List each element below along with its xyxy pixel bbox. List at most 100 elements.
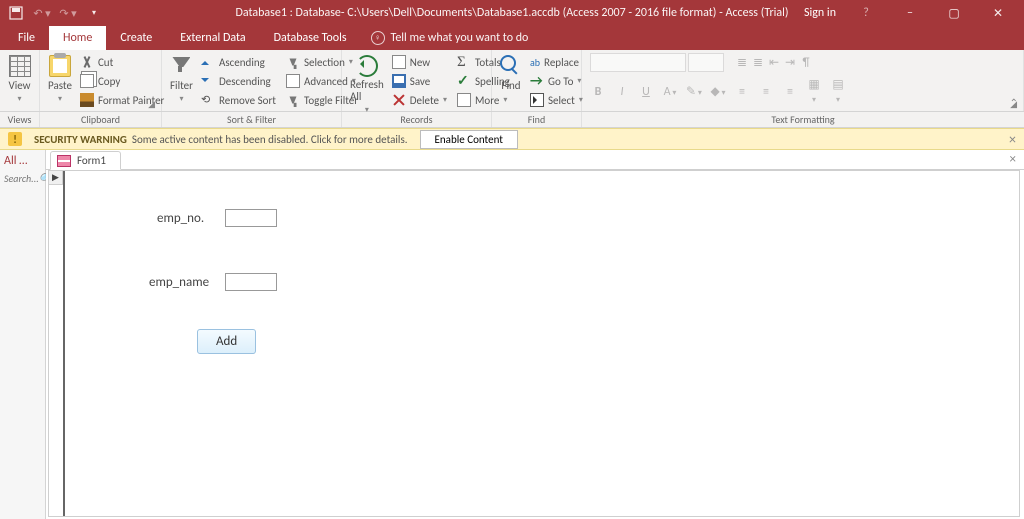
- tell-me-search[interactable]: ♀ Tell me what you want to do: [361, 26, 529, 50]
- align-right-icon[interactable]: ≡: [782, 85, 798, 99]
- security-heading: SECURITY WARNING: [34, 133, 127, 146]
- sign-in-link[interactable]: Sign in: [804, 6, 836, 20]
- save-record-icon: [392, 74, 406, 88]
- font-name-select[interactable]: [590, 53, 686, 72]
- label-emp-no: emp_no.: [157, 211, 204, 226]
- security-warning-bar: ! SECURITY WARNING Some active content h…: [0, 128, 1024, 150]
- field-emp-name[interactable]: [225, 273, 277, 291]
- align-left-icon[interactable]: ≡: [734, 85, 750, 99]
- bold-button[interactable]: B: [590, 85, 606, 99]
- indent-inc-icon[interactable]: ⇥: [782, 55, 798, 70]
- tell-me-label: Tell me what you want to do: [391, 31, 529, 45]
- redo-icon[interactable]: ↷ ▾: [58, 3, 78, 23]
- paste-button[interactable]: Paste: [48, 53, 72, 104]
- document-area: Form1 × ▶ emp_no. emp_name Add: [46, 150, 1024, 519]
- find-label: Find: [501, 79, 520, 92]
- restore-icon[interactable]: ▢: [940, 6, 968, 21]
- form-divider: [63, 171, 65, 516]
- record-selector[interactable]: ▶: [49, 171, 63, 185]
- tab-database-tools[interactable]: Database Tools: [260, 26, 361, 50]
- copy-label: Copy: [98, 75, 120, 88]
- refresh-all-button[interactable]: Refresh All: [350, 53, 384, 115]
- replace-button[interactable]: abReplace: [528, 53, 585, 71]
- save-icon[interactable]: [6, 3, 26, 23]
- font-color-button[interactable]: A: [662, 85, 678, 99]
- window-title: Database1 : Database- C:\Users\Dell\Docu…: [235, 6, 788, 20]
- find-button[interactable]: Find: [500, 53, 522, 92]
- selection-label: Selection: [304, 56, 345, 69]
- group-label-clipboard: Clipboard: [40, 112, 162, 127]
- cut-button[interactable]: Cut: [78, 53, 166, 71]
- group-label-find: Find: [492, 112, 582, 127]
- ribbon: View Paste Cut Copy Format Painter ◢ Fil…: [0, 50, 1024, 112]
- add-button[interactable]: Add: [197, 329, 256, 354]
- qat-customize-icon[interactable]: ▾: [84, 3, 104, 23]
- highlight-button[interactable]: ✎: [686, 84, 702, 99]
- delete-record-button[interactable]: Delete: [390, 91, 449, 109]
- minimize-icon[interactable]: –: [896, 6, 924, 20]
- group-label-textfmt: Text Formatting: [582, 112, 1024, 127]
- goto-button[interactable]: →Go To: [528, 72, 585, 90]
- remove-sort-label: Remove Sort: [219, 94, 276, 107]
- close-icon[interactable]: ✕: [984, 6, 1012, 21]
- sort-asc-icon: [201, 55, 215, 69]
- tab-create[interactable]: Create: [106, 26, 166, 50]
- select-button[interactable]: Select: [528, 91, 585, 109]
- group-label-sortfilter: Sort & Filter: [162, 112, 342, 127]
- italic-button[interactable]: I: [614, 85, 630, 99]
- toggle-filter-icon: [288, 95, 298, 105]
- save-label: Save: [410, 75, 430, 88]
- tab-external-data[interactable]: External Data: [166, 26, 259, 50]
- fill-color-button[interactable]: ◆: [710, 84, 726, 99]
- title-bar: ↶ ▾ ↷ ▾ ▾ Database1 : Database- C:\Users…: [0, 0, 1024, 26]
- save-record-button[interactable]: Save: [390, 72, 449, 90]
- navigation-pane[interactable]: All … Search...🔍: [0, 150, 46, 519]
- document-close-icon[interactable]: ×: [1010, 152, 1016, 167]
- alt-row-icon[interactable]: ▤: [830, 77, 846, 106]
- descending-label: Descending: [219, 75, 271, 88]
- indent-dec-icon[interactable]: ⇤: [766, 55, 782, 70]
- ascending-label: Ascending: [219, 56, 265, 69]
- rtl-icon[interactable]: ¶: [798, 56, 814, 70]
- view-button[interactable]: View: [8, 53, 31, 104]
- numbering-icon[interactable]: ≣: [750, 55, 766, 70]
- new-label: New: [410, 56, 430, 69]
- copy-button[interactable]: Copy: [78, 72, 166, 90]
- copy-icon: [80, 74, 94, 88]
- workspace: All … Search...🔍 Form1 × ▶ emp_no. emp_n…: [0, 150, 1024, 519]
- tab-home[interactable]: Home: [49, 26, 106, 50]
- security-message[interactable]: Some active content has been disabled. C…: [132, 133, 408, 146]
- ascending-button[interactable]: Ascending: [199, 53, 278, 71]
- security-close-icon[interactable]: ×: [1009, 131, 1016, 148]
- gridlines-icon[interactable]: ▦: [806, 77, 822, 106]
- document-tab-label: Form1: [77, 154, 106, 167]
- tab-file[interactable]: File: [4, 26, 49, 50]
- sigma-icon: Σ: [457, 55, 471, 69]
- selection-icon: [288, 57, 298, 67]
- descending-button[interactable]: Descending: [199, 72, 278, 90]
- bullets-icon[interactable]: ≣: [734, 55, 750, 70]
- paste-label: Paste: [48, 79, 72, 92]
- remove-sort-button[interactable]: ⟲Remove Sort: [199, 91, 278, 109]
- navpane-search[interactable]: Search...🔍: [4, 172, 41, 185]
- underline-button[interactable]: U: [638, 85, 654, 99]
- field-emp-no[interactable]: [225, 209, 277, 227]
- goto-icon: →: [530, 74, 544, 88]
- new-record-button[interactable]: New: [390, 53, 449, 71]
- enable-content-button[interactable]: Enable Content: [420, 130, 518, 149]
- clipboard-dialog-launcher-icon[interactable]: ◢: [148, 99, 155, 110]
- select-label: Select: [548, 94, 575, 107]
- help-icon[interactable]: ?: [852, 6, 880, 20]
- document-tab-form1[interactable]: Form1: [50, 151, 121, 170]
- form-canvas: ▶ emp_no. emp_name Add: [48, 170, 1020, 517]
- navpane-header[interactable]: All …: [4, 154, 41, 168]
- collapse-ribbon-icon[interactable]: ⌃: [1010, 96, 1018, 109]
- undo-icon[interactable]: ↶ ▾: [32, 3, 52, 23]
- align-center-icon[interactable]: ≡: [758, 85, 774, 99]
- delete-label: Delete: [410, 94, 439, 107]
- sort-desc-icon: [201, 74, 215, 88]
- filter-button[interactable]: Filter: [170, 53, 193, 104]
- group-label-views: Views: [0, 112, 40, 127]
- navpane-search-placeholder: Search...: [4, 172, 39, 185]
- font-size-select[interactable]: [688, 53, 724, 72]
